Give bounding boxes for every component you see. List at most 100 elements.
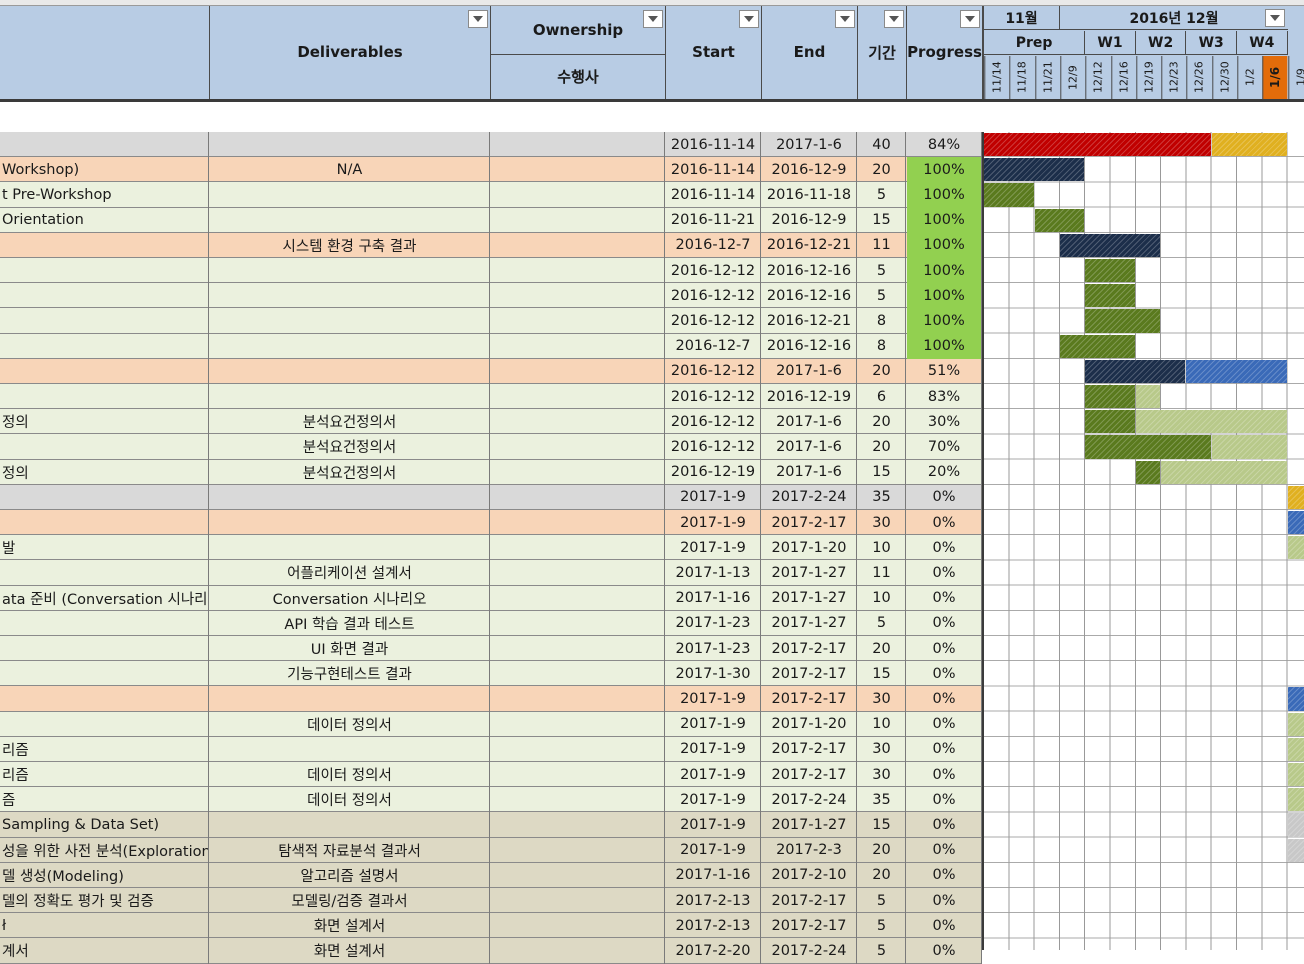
- cell-end: 2017-2-24: [762, 938, 857, 964]
- filter-dropdown-deliverables[interactable]: [468, 10, 488, 28]
- table-row[interactable]: 2017-1-9 2017-2-17 30 0%: [0, 686, 982, 712]
- table-row[interactable]: 2016-11-14 2017-1-6 40 84%: [0, 132, 982, 158]
- cell-end: 2017-1-27: [762, 560, 857, 586]
- cell-deliv: UI 화면 결과: [210, 636, 490, 662]
- gantt-bar: [1287, 763, 1304, 787]
- filter-dropdown-progress[interactable]: [960, 10, 980, 28]
- cell-task: Orientation: [0, 207, 209, 233]
- gantt-date-label: 12/9: [1059, 56, 1086, 99]
- gantt-date-label: 1/9: [1287, 56, 1304, 99]
- header-duration: 기간: [868, 43, 896, 62]
- table-row[interactable]: 정의 분석요건정의서 2016-12-12 2017-1-6 20 30%: [0, 409, 982, 435]
- gantt-bar: [1287, 536, 1304, 560]
- table-row[interactable]: Workshop) N/A 2016-11-14 2016-12-9 20 100%: [0, 157, 982, 183]
- cell-dur: 20: [858, 434, 906, 460]
- gantt-bar: [1287, 737, 1304, 761]
- table-row[interactable]: 데이터 정의서 2017-1-9 2017-1-20 10 0%: [0, 711, 982, 737]
- table-row[interactable]: 2016-12-12 2016-12-21 8 100%: [0, 308, 982, 334]
- gantt-bar: [1085, 410, 1135, 434]
- filter-dropdown-ownership[interactable]: [643, 10, 663, 28]
- gantt-bar: [1287, 485, 1304, 509]
- cell-end: 2016-11-18: [762, 182, 857, 208]
- cell-end: 2017-2-17: [762, 686, 857, 712]
- cell-end: 2016-12-16: [762, 333, 857, 359]
- cell-progress: 100%: [907, 157, 982, 183]
- gantt-week-label: W3: [1186, 31, 1237, 55]
- table-row[interactable]: 2017-1-9 2017-2-17 30 0%: [0, 510, 982, 536]
- table-row[interactable]: 리즘 데이터 정의서 2017-1-9 2017-2-17 30 0%: [0, 762, 982, 788]
- cell-dur: 35: [858, 484, 906, 510]
- table-row[interactable]: 분석요건정의서 2016-12-12 2017-1-6 20 70%: [0, 434, 982, 460]
- cell-task: [0, 358, 209, 384]
- filter-dropdown-start[interactable]: [739, 10, 759, 28]
- table-row[interactable]: ata 준비 (Conversation 시나리오 Conversation 시나…: [0, 585, 982, 611]
- cell-own: [491, 308, 665, 334]
- cell-dur: 10: [858, 711, 906, 737]
- table-row[interactable]: API 학습 결과 테스트 2017-1-23 2017-1-27 5 0%: [0, 610, 982, 636]
- table-row[interactable]: 정의 분석요건정의서 2016-12-19 2017-1-6 15 20%: [0, 459, 982, 485]
- table-row[interactable]: 델의 정확도 평가 및 검증 모델링/검증 결과서 2017-2-13 2017-2-…: [0, 888, 982, 914]
- cell-start: 2017-1-9: [666, 535, 761, 561]
- cell-task: [0, 510, 209, 536]
- gantt-bar: [1135, 385, 1161, 409]
- cell-start: 2017-1-9: [666, 484, 761, 510]
- cell-task: 델 생성(Modeling): [0, 862, 209, 888]
- gantt-week-label: W4: [1237, 31, 1288, 55]
- cell-progress: 100%: [907, 333, 982, 359]
- cell-start: 2016-12-12: [666, 358, 761, 384]
- gantt-bar: [1287, 813, 1304, 837]
- cell-start: 2016-11-14: [666, 132, 761, 158]
- cell-task: 즘: [0, 787, 209, 813]
- table-row[interactable]: 리즘 2017-1-9 2017-2-17 30 0%: [0, 736, 982, 762]
- table-row[interactable]: 계서 화면 설계서 2017-2-20 2017-2-24 5 0%: [0, 938, 982, 964]
- table-row[interactable]: 성을 위한 사전 분석(Exploration 탐색적 자료분석 결과서 2017-…: [0, 837, 982, 863]
- gantt-month-dec: 2016년 12월: [1060, 6, 1288, 30]
- table-row[interactable]: 2016-12-12 2017-1-6 20 51%: [0, 358, 982, 384]
- table-row[interactable]: 기능구현테스트 결과 2017-1-30 2017-2-17 15 0%: [0, 661, 982, 687]
- filter-dropdown-gantt[interactable]: [1265, 9, 1285, 27]
- cell-own: [491, 283, 665, 309]
- cell-task: [0, 661, 209, 687]
- cell-deliv: [210, 283, 490, 309]
- table-row[interactable]: 2016-12-7 2016-12-16 8 100%: [0, 333, 982, 359]
- gantt-bar: [1085, 284, 1135, 308]
- table-row[interactable]: Orientation 2016-11-21 2016-12-9 15 100%: [0, 207, 982, 233]
- filter-dropdown-end[interactable]: [835, 10, 855, 28]
- filter-dropdown-duration[interactable]: [884, 10, 904, 28]
- gantt-bar: [1186, 359, 1287, 383]
- cell-task: 성을 위한 사전 분석(Exploration: [0, 837, 209, 863]
- cell-dur: 15: [858, 812, 906, 838]
- table-row[interactable]: t Pre-Workshop 2016-11-14 2016-11-18 5 100%: [0, 182, 982, 208]
- cell-progress: 0%: [907, 837, 982, 863]
- cell-task: [0, 686, 209, 712]
- table-row[interactable]: 2016-12-12 2016-12-16 5 100%: [0, 283, 982, 309]
- table-row[interactable]: 2016-12-12 2016-12-16 5 100%: [0, 258, 982, 284]
- cell-task: [0, 384, 209, 410]
- table-row[interactable]: ł 화면 설계서 2017-2-13 2017-2-17 5 0%: [0, 913, 982, 939]
- table-row[interactable]: 어플리케이션 설계서 2017-1-13 2017-1-27 11 0%: [0, 560, 982, 586]
- table-row[interactable]: 델 생성(Modeling) 알고리즘 설명서 2017-1-16 2017-2-10…: [0, 862, 982, 888]
- cell-progress: 0%: [907, 661, 982, 687]
- table-row[interactable]: Sampling & Data Set) 2017-1-9 2017-1-27 15 0…: [0, 812, 982, 838]
- cell-dur: 30: [858, 510, 906, 536]
- gantt-week-label: W2: [1135, 31, 1187, 55]
- cell-own: [491, 157, 665, 183]
- table-row[interactable]: 2016-12-12 2016-12-19 6 83%: [0, 384, 982, 410]
- cell-end: 2017-2-17: [762, 636, 857, 662]
- cell-dur: 5: [858, 913, 906, 939]
- table-row[interactable]: 2017-1-9 2017-2-24 35 0%: [0, 484, 982, 510]
- gantt-bar: [1085, 359, 1186, 383]
- cell-dur: 30: [858, 686, 906, 712]
- table-row[interactable]: 시스템 환경 구축 결과 2016-12-7 2016-12-21 11 100%: [0, 232, 982, 258]
- table-row[interactable]: 발 2017-1-9 2017-1-20 10 0%: [0, 535, 982, 561]
- table-row[interactable]: 즘 데이터 정의서 2017-1-9 2017-2-24 35 0%: [0, 787, 982, 813]
- gantt-bar: [984, 183, 1034, 207]
- cell-task: [0, 434, 209, 460]
- cell-deliv: 모델링/검증 결과서: [210, 888, 490, 914]
- cell-deliv: 분석요건정의서: [210, 459, 490, 485]
- table-row[interactable]: UI 화면 결과 2017-1-23 2017-2-17 20 0%: [0, 636, 982, 662]
- cell-deliv: 데이터 정의서: [210, 711, 490, 737]
- cell-own: [491, 585, 665, 611]
- gantt-bar: [1287, 687, 1304, 711]
- cell-start: 2017-1-23: [666, 610, 761, 636]
